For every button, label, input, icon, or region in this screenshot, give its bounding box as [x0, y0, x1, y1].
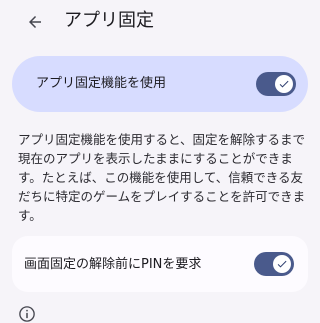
switch-thumb: [275, 75, 293, 93]
switch-thumb: [273, 255, 291, 273]
require-pin-toggle-label: 画面固定の解除前にPINを要求: [24, 257, 202, 272]
description-text: アプリ固定機能を使用すると、固定を解除するまで現在のアプリを表示したままにするこ…: [18, 132, 306, 223]
info-icon: [19, 306, 35, 322]
page-title: アプリ固定: [64, 10, 154, 31]
check-icon: [277, 260, 287, 268]
app-pinning-toggle-row[interactable]: アプリ固定機能を使用: [12, 56, 308, 112]
app-bar: アプリ固定: [0, 0, 320, 44]
require-pin-switch[interactable]: [254, 252, 294, 276]
app-pinning-toggle-label: アプリ固定機能を使用: [36, 76, 167, 91]
arrow-left-icon: [29, 16, 41, 28]
back-button[interactable]: [20, 7, 50, 37]
app-pinning-switch[interactable]: [256, 72, 296, 96]
require-pin-toggle-row[interactable]: 画面固定の解除前にPINを要求: [12, 236, 308, 292]
check-icon: [279, 80, 289, 88]
